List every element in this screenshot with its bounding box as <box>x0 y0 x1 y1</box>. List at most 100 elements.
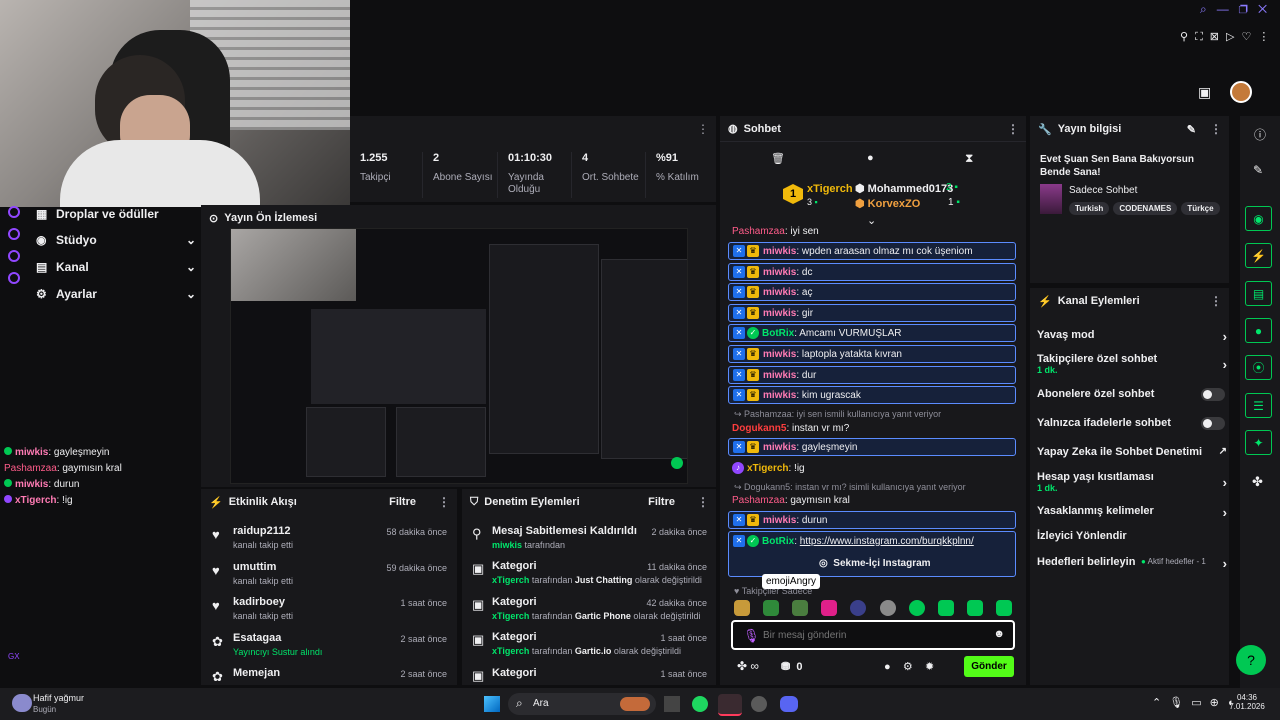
emote-icon[interactable] <box>821 600 837 616</box>
heart-icon[interactable]: ♡ <box>1241 31 1258 43</box>
emote-icon[interactable] <box>967 600 983 616</box>
raid-row[interactable]: İzleyici Yönlendir <box>1037 530 1227 542</box>
tag-list: Turkish CODENAMES Türkçe <box>1069 202 1220 215</box>
chat-settings-icons: ● ⚙ ✹ <box>884 660 934 673</box>
pencil-icon[interactable]: ✎ <box>1253 163 1263 177</box>
settings-side-icon[interactable] <box>8 272 20 284</box>
nav-channel[interactable]: ▤ Kanal ⌄ <box>36 256 196 278</box>
emote-icon[interactable] <box>850 600 866 616</box>
camera-icon[interactable]: ◉ <box>1245 206 1272 231</box>
bolt-icon[interactable]: ⚡ <box>1245 243 1272 268</box>
monitor-icon[interactable]: ▭ <box>1191 697 1209 709</box>
account-age-row[interactable]: Hesap yaşı kısıtlaması 1 dk. › <box>1037 471 1227 493</box>
emote-angry-icon[interactable] <box>763 600 779 616</box>
stream-info-more-icon[interactable]: ⋮ <box>1210 122 1222 136</box>
weather-text[interactable]: Hafif yağmur <box>33 693 84 703</box>
instagram-link[interactable]: https://www.instagram.com/burqkkplnn/ <box>800 536 974 547</box>
goals-row[interactable]: Hedefleri belirleyin ● Aktif hedefler - 1… <box>1037 556 1227 571</box>
channel-actions-more-icon[interactable]: ⋮ <box>1210 294 1222 308</box>
badge-icon[interactable]: ✹ <box>925 661 934 673</box>
nav-settings[interactable]: ⚙ Ayarlar ⌄ <box>36 283 196 305</box>
maximize-icon[interactable]: ❐ <box>1239 2 1248 16</box>
emote-icon[interactable] <box>938 600 954 616</box>
emoji-icon[interactable]: ☻ <box>993 628 1005 640</box>
leader-third[interactable]: ⬢ KorvexZO <box>855 197 920 210</box>
info-icon[interactable]: ⓘ <box>1254 126 1266 143</box>
emote-icon[interactable] <box>996 600 1012 616</box>
hourglass-icon[interactable]: ⧗ <box>965 151 973 166</box>
discord-icon[interactable] <box>780 696 798 712</box>
slow-mode-row[interactable]: Yavaş mod › <box>1037 329 1227 344</box>
help-button[interactable]: ? <box>1236 645 1266 675</box>
chat-input[interactable] <box>763 626 983 644</box>
tag[interactable]: CODENAMES <box>1113 202 1178 215</box>
send-button[interactable]: Gönder <box>964 656 1014 677</box>
microphone-icon[interactable]: 🎙 <box>1169 697 1191 709</box>
drops-side-icon[interactable] <box>8 206 20 218</box>
play-icon[interactable]: ▷ <box>1226 31 1241 43</box>
gift-icon[interactable]: ▣ <box>1198 84 1211 101</box>
activity-filter-button[interactable]: Filtre <box>389 496 416 508</box>
nav-studio[interactable]: ◉ Stüdyo ⌄ <box>36 229 196 251</box>
emote-icon[interactable] <box>734 600 750 616</box>
pin-icon[interactable]: ⚲ <box>1180 31 1195 43</box>
points-counter[interactable]: ⛃ 0 <box>781 660 802 673</box>
start-icon[interactable] <box>484 696 500 712</box>
activity-more-icon[interactable]: ⋮ <box>438 495 450 509</box>
leader-second[interactable]: ⬢ Mohammed0173 <box>855 182 953 195</box>
search-icon[interactable]: ⌕ <box>1200 2 1207 16</box>
history-side-icon[interactable] <box>8 228 20 240</box>
subs-only-toggle[interactable] <box>1201 388 1225 401</box>
avatar[interactable] <box>1230 81 1252 103</box>
close-icon[interactable]: ✕ <box>1258 2 1267 16</box>
modlog-header: ⛉ Denetim Eylemleri Filtre ⋮ <box>470 495 709 509</box>
followers-only-row[interactable]: Takipçilere özel sohbet 1 dk. › <box>1037 353 1227 375</box>
tag[interactable]: Türkçe <box>1181 202 1220 215</box>
chat-message: ✕ ♛ miwkis: aç <box>728 283 1016 301</box>
leader-first-name[interactable]: xTigerch <box>807 183 853 195</box>
clock[interactable]: 04:36 7.01.2026 <box>1220 693 1274 711</box>
chat-bubble-icon[interactable]: ● <box>867 152 874 164</box>
chat-icon[interactable]: ● <box>1245 318 1272 343</box>
infinity-icon[interactable]: ✤ ∞ <box>737 659 759 673</box>
activity-item: ♥ raidup2112 kanalı takip etti 58 dakika ö… <box>212 525 447 550</box>
cube-icon[interactable]: ⊠ <box>1210 31 1226 43</box>
category-thumbnail[interactable] <box>1040 184 1062 214</box>
tag[interactable]: Turkish <box>1069 202 1110 215</box>
connections-icon[interactable]: ✤ <box>1252 474 1263 490</box>
taskview-icon[interactable] <box>664 696 680 712</box>
crop-icon[interactable]: ⛶ <box>1195 31 1210 43</box>
banned-words-row[interactable]: Yasaklanmış kelimeler › <box>1037 505 1227 520</box>
taskbar-search[interactable]: ⌕ Ara <box>508 693 656 715</box>
instagram-button[interactable]: ◎ Sekme-İçi Instagram <box>819 558 931 569</box>
emote-icon[interactable] <box>909 600 925 616</box>
opera-icon[interactable] <box>718 694 742 716</box>
layout-icon[interactable]: ☰ <box>1245 393 1272 418</box>
app-icon[interactable] <box>751 696 767 712</box>
wrench-icon[interactable]: ✦ <box>1245 430 1272 455</box>
ai-moderation-row[interactable]: Yapay Zeka ile Sohbet Denetimi ↗ <box>1037 446 1227 458</box>
modlog-filter-button[interactable]: Filtre <box>648 496 675 508</box>
broadcast-icon[interactable]: ⦿ <box>1245 355 1272 380</box>
edit-icon[interactable]: ✎ <box>1187 123 1196 136</box>
spotify-icon[interactable] <box>692 696 708 712</box>
chat-more-icon[interactable]: ⋮ <box>1007 122 1019 136</box>
nav-drops[interactable]: ▦ Droplar ve ödüller <box>36 203 196 225</box>
chevron-up-icon[interactable]: ⌃ <box>1152 697 1169 709</box>
modlog-more-icon[interactable]: ⋮ <box>697 495 709 509</box>
chat-bubble-icon[interactable]: ● <box>884 661 891 673</box>
category-name[interactable]: Sadece Sohbet <box>1069 185 1137 196</box>
stream-preview[interactable] <box>230 228 688 484</box>
minimize-icon[interactable]: — <box>1217 2 1229 16</box>
emote-icon[interactable] <box>792 600 808 616</box>
stats-more-icon[interactable]: ⋮ <box>697 122 709 136</box>
people-side-icon[interactable] <box>8 250 20 262</box>
emote-icon[interactable] <box>880 600 896 616</box>
chevron-right-icon: › <box>1222 329 1227 344</box>
more-icon[interactable]: ⋮ <box>1258 31 1276 43</box>
document-icon[interactable]: ▤ <box>1245 281 1272 306</box>
gear-icon[interactable]: ⚙ <box>903 661 913 673</box>
emote-only-toggle[interactable] <box>1201 417 1225 430</box>
microphone-icon[interactable]: 🎙 <box>743 628 760 644</box>
trash-icon[interactable]: 🗑 <box>771 152 785 165</box>
